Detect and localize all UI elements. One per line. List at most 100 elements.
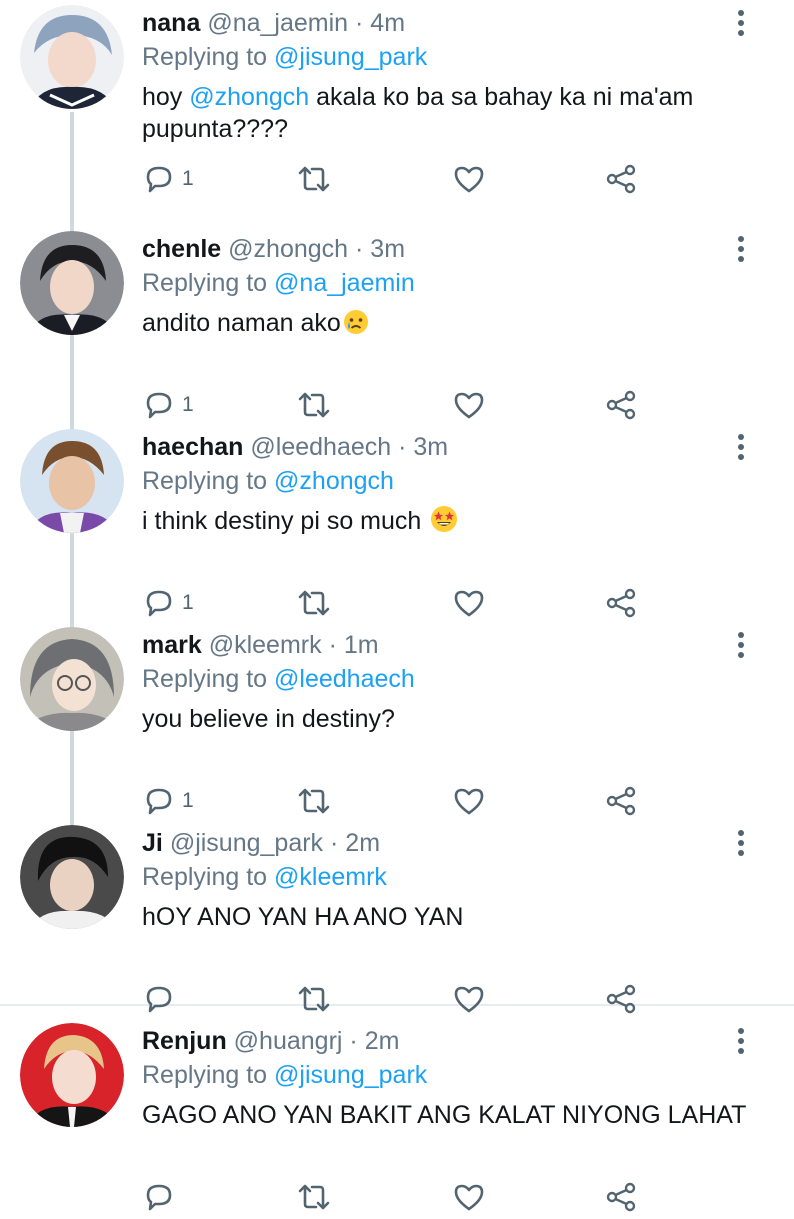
replying-to: Replying to @kleemrk [142,861,387,893]
retweet-button[interactable] [296,161,332,197]
replying-to-mention[interactable]: @leedhaech [274,665,415,693]
tweet-reply[interactable]: Renjun @huangrj · 2m Replying to @jisung_… [0,1018,794,1216]
tweet-reply[interactable]: mark @kleemrk · 1m Replying to @leedhaech… [0,622,794,820]
more-options-icon[interactable] [736,830,746,860]
tweet-reply[interactable]: chenle @zhongch · 3m Replying to @na_jaem… [0,226,794,424]
replying-to-mention[interactable]: @kleemrk [274,863,387,891]
tweet-text: you believe in destiny? [142,703,752,735]
replying-to-label: Replying to [142,43,268,71]
share-icon [606,164,636,194]
separator-dot: · [330,829,339,857]
tweet-text-mention[interactable]: @zhongch [189,83,309,111]
reply-button[interactable] [142,981,176,1017]
display-name[interactable]: chenle [142,235,221,263]
timestamp[interactable]: 1m [344,631,379,659]
share-button[interactable] [604,585,638,621]
reply-button[interactable]: 1 [142,783,194,819]
replying-to: Replying to @jisung_park [142,1059,427,1091]
tweet-reply[interactable]: haechan @leedhaech · 3m Replying to @zhon… [0,424,794,622]
display-name[interactable]: Ji [142,829,163,857]
tweet-header: chenle @zhongch · 3m [142,233,405,265]
retweet-button[interactable] [296,387,332,423]
tweet-actions: 1 [142,161,662,201]
like-button[interactable] [452,585,486,621]
user-handle[interactable]: @leedhaech [250,433,391,461]
share-button[interactable] [604,161,638,197]
heart-icon [454,590,484,617]
heart-icon [454,166,484,193]
share-button[interactable] [604,981,638,1017]
display-name[interactable]: Renjun [142,1027,227,1055]
share-button[interactable] [604,387,638,423]
tweet-actions: 1 [142,387,662,427]
retweet-button[interactable] [296,585,332,621]
avatar[interactable] [20,1023,124,1127]
replying-to-mention[interactable]: @na_jaemin [274,269,415,297]
user-handle[interactable]: @huangrj [234,1027,343,1055]
share-button[interactable] [604,783,638,819]
timestamp[interactable]: 4m [370,9,405,37]
separator-dot: · [355,9,364,37]
reply-button[interactable]: 1 [142,387,194,423]
more-options-icon[interactable] [736,10,746,40]
replying-to-mention[interactable]: @zhongch [274,467,394,495]
retweet-icon [298,590,330,616]
reply-icon [146,986,172,1013]
avatar[interactable] [20,231,124,335]
tweet-text: andito naman ako [142,307,752,339]
timestamp[interactable]: 2m [365,1027,400,1055]
tweet-text: hoy @zhongch akala ko ba sa bahay ka ni … [142,81,752,145]
user-handle[interactable]: @kleemrk [209,631,322,659]
retweet-button[interactable] [296,1179,332,1215]
more-options-icon[interactable] [736,1028,746,1058]
like-button[interactable] [452,1179,486,1215]
separator-dot: · [398,433,407,461]
replying-to: Replying to @zhongch [142,465,394,497]
more-options-icon[interactable] [736,434,746,464]
tweet-actions: 1 [142,585,662,625]
user-handle[interactable]: @zhongch [228,235,348,263]
tweet-text-start: GAGO ANO YAN BAKIT ANG KALAT NIYONG LAHA… [142,1101,747,1129]
display-name[interactable]: haechan [142,433,243,461]
timestamp[interactable]: 3m [413,433,448,461]
tweet-reply[interactable]: nana @na_jaemin · 4m Replying to @jisung_… [0,0,794,198]
share-button[interactable] [604,1179,638,1215]
user-handle[interactable]: @na_jaemin [207,9,348,37]
avatar[interactable] [20,5,124,109]
separator-dot: · [349,1027,358,1055]
tweet-text-start: hOY ANO YAN HA ANO YAN [142,903,464,931]
reply-icon [146,392,172,419]
avatar[interactable] [20,429,124,533]
reply-button[interactable]: 1 [142,585,194,621]
reply-button[interactable] [142,1179,176,1215]
retweet-button[interactable] [296,981,332,1017]
like-button[interactable] [452,161,486,197]
reply-button[interactable]: 1 [142,161,194,197]
avatar[interactable] [20,627,124,731]
display-name[interactable]: nana [142,9,200,37]
more-options-icon[interactable] [736,236,746,266]
retweet-icon [298,986,330,1012]
tweet-text-start: andito naman ako [142,309,341,337]
separator-dot: · [328,631,337,659]
timestamp[interactable]: 3m [370,235,405,263]
crying-face-emoji [343,310,368,334]
avatar[interactable] [20,825,124,929]
replying-to-mention[interactable]: @jisung_park [274,1061,427,1089]
replying-to-mention[interactable]: @jisung_park [274,43,427,71]
tweet-text-start: i think destiny pi so much [142,507,429,535]
like-button[interactable] [452,783,486,819]
reply-icon [146,1184,172,1211]
timestamp[interactable]: 2m [345,829,380,857]
tweet-header: mark @kleemrk · 1m [142,629,379,661]
heart-icon [454,1184,484,1211]
like-button[interactable] [452,981,486,1017]
reply-count: 1 [182,591,194,614]
tweet-reply[interactable]: Ji @jisung_park · 2m Replying to @kleemrk… [0,820,794,1018]
more-options-icon[interactable] [736,632,746,662]
display-name[interactable]: mark [142,631,202,659]
like-button[interactable] [452,387,486,423]
tweet-actions [142,981,662,1021]
user-handle[interactable]: @jisung_park [170,829,323,857]
retweet-button[interactable] [296,783,332,819]
